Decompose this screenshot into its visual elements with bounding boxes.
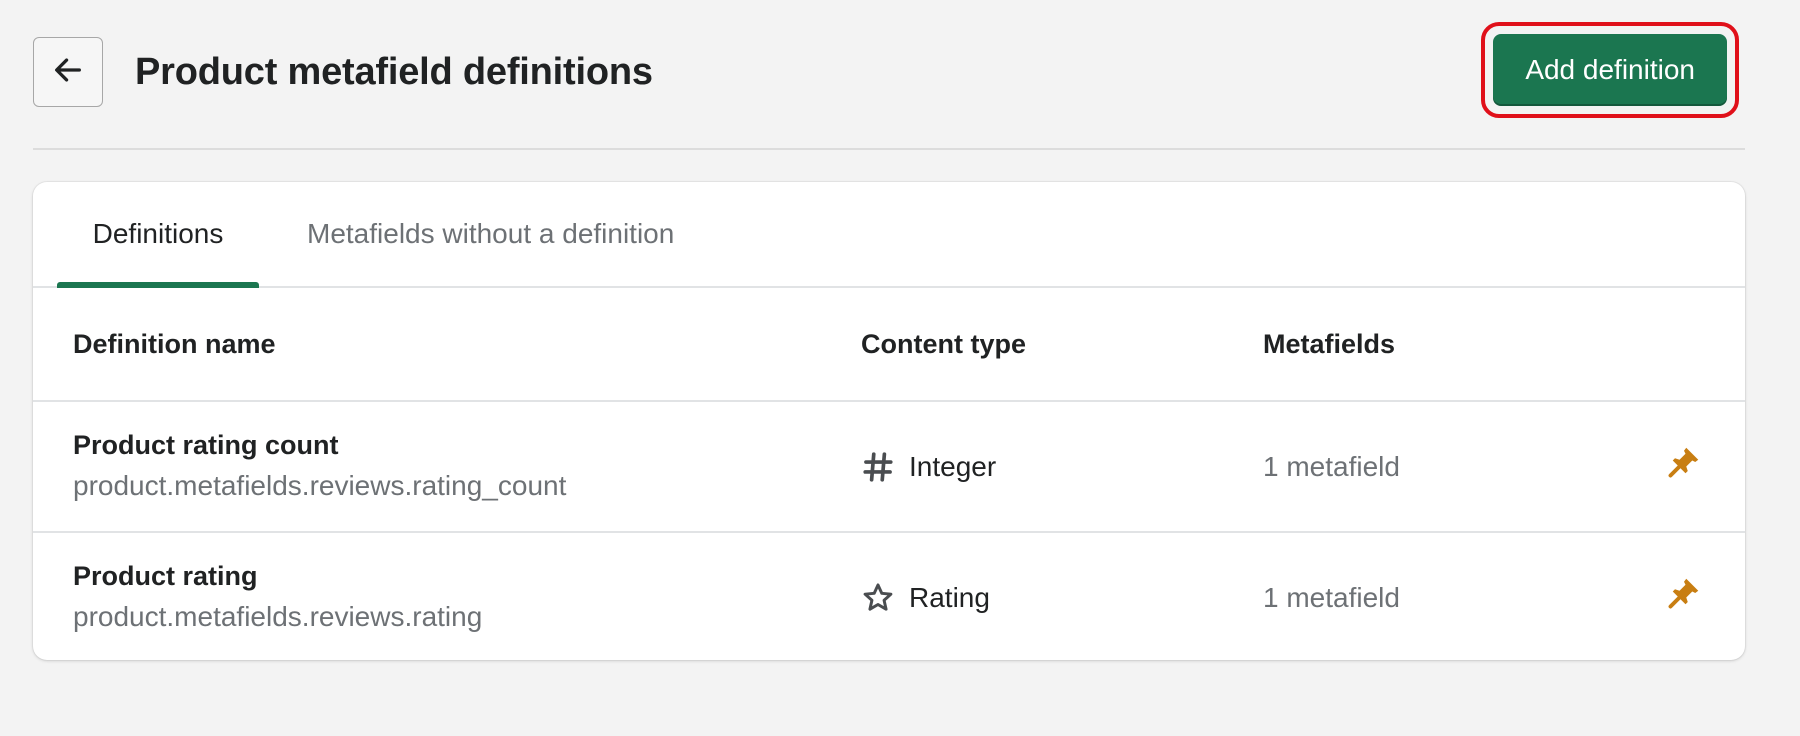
tab-definitions[interactable]: Definitions: [57, 182, 259, 288]
pin-icon: [1666, 444, 1702, 485]
tab-metafields-without-definition[interactable]: Metafields without a definition: [307, 182, 674, 286]
metafield-count: 1 metafield: [1263, 582, 1400, 613]
column-header-content-type: Content type: [861, 329, 1026, 359]
pin-button[interactable]: [1666, 577, 1702, 613]
header-divider: [33, 148, 1745, 150]
pin-icon: [1666, 575, 1702, 616]
definition-key: product.metafields.reviews.rating: [73, 601, 483, 632]
content-type-label: Integer: [909, 450, 997, 482]
table-row[interactable]: Product rating product.metafields.review…: [33, 533, 1745, 660]
table-row[interactable]: Product rating count product.metafields.…: [33, 402, 1745, 533]
page-header: Product metafield definitions Add defini…: [33, 22, 1745, 118]
metafield-count: 1 metafield: [1263, 451, 1400, 482]
pin-button[interactable]: [1666, 446, 1702, 482]
hash-icon: [861, 450, 895, 484]
definition-key: product.metafields.reviews.rating_count: [73, 470, 567, 501]
column-header-definition-name: Definition name: [73, 329, 276, 359]
definition-name: Product rating: [73, 561, 258, 591]
content-type: Integer: [861, 402, 996, 531]
star-icon: [861, 581, 895, 615]
content-type: Rating: [861, 533, 990, 660]
tab-definitions-label: Definitions: [92, 218, 224, 249]
page-title: Product metafield definitions: [135, 50, 653, 93]
definitions-card: Definitions Metafields without a definit…: [33, 182, 1745, 660]
table-header: Definition name Content type Metafields: [33, 288, 1745, 402]
back-button[interactable]: [33, 37, 103, 107]
arrow-left-icon: [51, 53, 85, 92]
content-type-label: Rating: [909, 581, 990, 613]
tab-metafields-without-definition-label: Metafields without a definition: [307, 218, 675, 249]
column-header-metafields: Metafields: [1263, 329, 1396, 359]
page: Product metafield definitions Add defini…: [0, 0, 1800, 736]
tab-bar: Definitions Metafields without a definit…: [33, 182, 1745, 288]
add-definition-highlight: Add definition: [1481, 22, 1739, 118]
add-definition-button[interactable]: Add definition: [1493, 34, 1727, 106]
definition-name: Product rating count: [73, 430, 339, 460]
